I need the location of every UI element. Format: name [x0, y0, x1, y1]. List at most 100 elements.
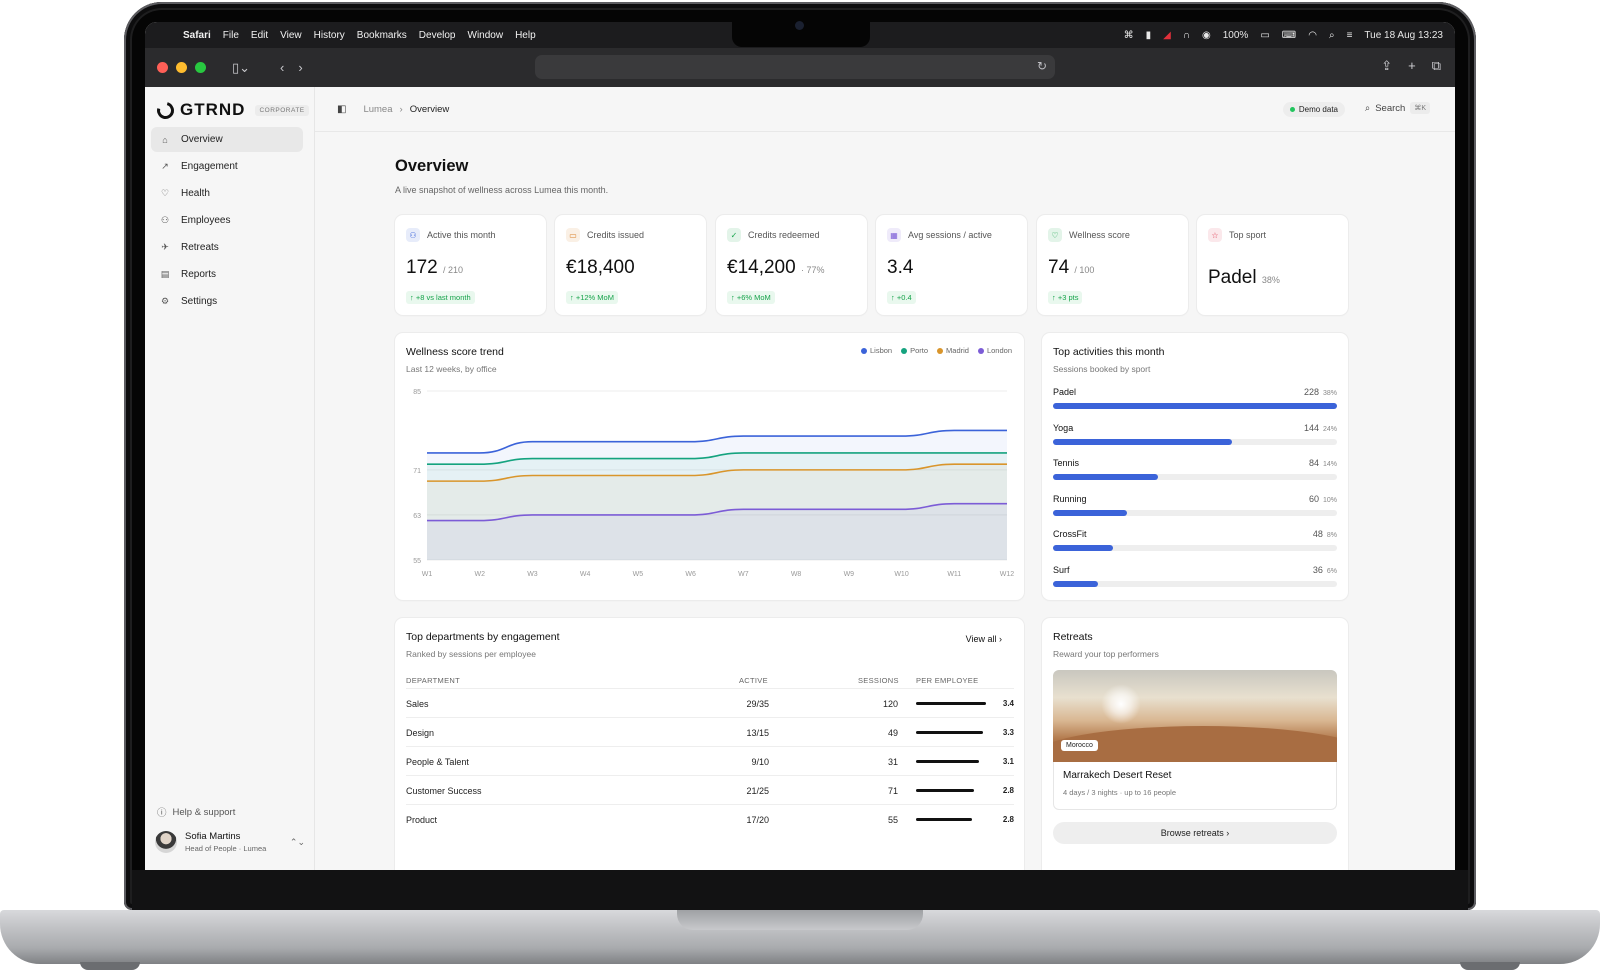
sidebar-item-label: Settings [181, 296, 218, 307]
breadcrumb-item[interactable]: Lumea [363, 104, 392, 115]
status-icon[interactable]: ◢ [1163, 30, 1171, 41]
column-header-department: DEPARTMENT [406, 676, 460, 685]
sidebar-toggle-icon[interactable]: ▯⌄ [232, 60, 250, 76]
keyboard-icon[interactable]: ⌨ [1282, 30, 1296, 41]
reload-icon[interactable]: ↻ [1037, 59, 1047, 73]
forward-icon[interactable]: › [298, 60, 302, 75]
kpi-change-badge: ↑ +8 vs last month [406, 291, 475, 304]
status-icon[interactable]: ⌘ [1124, 30, 1134, 41]
sidebar-item-settings[interactable]: ⚙ Settings [151, 289, 303, 314]
search-button[interactable]: ⌕ Search ⌘K [1365, 102, 1430, 114]
menubar-clock[interactable]: Tue 18 Aug 13:23 [1364, 30, 1443, 41]
zoom-window-button[interactable] [195, 62, 206, 73]
menu-view[interactable]: View [280, 30, 302, 41]
kpi-change-badge: ↑ +3 pts [1048, 291, 1083, 304]
kpi-value-row: €18,400 [566, 257, 635, 279]
retreat-name: Marrakech Desert Reset [1063, 770, 1172, 781]
department-active: 29/35 [746, 699, 769, 709]
view-all-link[interactable]: View all › [966, 634, 1002, 644]
control-center-icon[interactable]: ≡ [1347, 30, 1353, 41]
sidebar-item-label: Reports [181, 269, 217, 280]
kpi-label: Top sport [1229, 230, 1267, 240]
sidebar-item-health[interactable]: ♡ Health [151, 181, 303, 206]
kpi-label: Avg sessions / active [908, 230, 992, 240]
wifi-icon[interactable]: ◠ [1308, 30, 1317, 41]
sidebar-item-retreats[interactable]: ✈ Retreats [151, 235, 303, 260]
retreats-card: Retreats Reward your top performers Moro… [1042, 618, 1348, 870]
app-window: GTRND CORPORATE ⌂ Overview ↗ Engagement … [145, 87, 1455, 870]
activity-name: Yoga [1053, 422, 1074, 433]
kpi-value: Padel [1208, 267, 1257, 288]
table-row[interactable]: Sales 29/35 120 3.4 [406, 688, 1014, 717]
brand[interactable]: GTRND CORPORATE [153, 98, 309, 122]
x-tick-label: W7 [738, 571, 749, 578]
retreat-info[interactable]: Marrakech Desert Reset 4 days / 3 nights… [1053, 762, 1337, 810]
table-row[interactable]: Customer Success 21/25 71 2.8 [406, 775, 1014, 804]
menu-edit[interactable]: Edit [251, 30, 268, 41]
wellness-trend-chart: 55 63 71 85 W1 W2 W3 W4 W5 W6 W7 W8 W9 W10 W11 W12 [413, 389, 1014, 578]
kpi-sub-value: / 210 [442, 265, 464, 275]
star-icon: ☆ [1208, 228, 1222, 242]
sidebar-item-engagement[interactable]: ↗ Engagement [151, 154, 303, 179]
close-window-button[interactable] [157, 62, 168, 73]
share-icon[interactable]: ⇪ [1381, 58, 1392, 74]
activity-count-wrap: 84 14% [1309, 458, 1337, 468]
activity-count: 48 [1312, 529, 1323, 540]
activity-count: 144 [1303, 422, 1319, 433]
kpi-label: Wellness score [1069, 230, 1130, 240]
airpods-icon[interactable]: ∩ [1183, 30, 1190, 41]
menu-history[interactable]: History [314, 30, 345, 41]
menu-bookmarks[interactable]: Bookmarks [357, 30, 407, 41]
x-tick-label: W3 [527, 571, 538, 578]
view-all-label: View all [965, 634, 997, 644]
menu-app-name[interactable]: Safari [183, 30, 211, 41]
new-tab-icon[interactable]: + [1408, 58, 1416, 74]
minimize-window-button[interactable] [176, 62, 187, 73]
kpi-header: ▭ Credits issued [566, 228, 644, 242]
department-active: 13/15 [746, 728, 769, 738]
battery-icon[interactable]: ▭ [1260, 30, 1269, 41]
browse-retreats-label: Browse retreats [1160, 828, 1224, 838]
card-subtitle: Reward your top performers [1053, 649, 1159, 659]
x-tick-label: W6 [685, 571, 696, 578]
menu-develop[interactable]: Develop [419, 30, 456, 41]
back-icon[interactable]: ‹ [280, 60, 284, 75]
sidebar-item-label: Retreats [181, 242, 219, 253]
browse-retreats-button[interactable]: Browse retreats › [1053, 822, 1337, 844]
card-subtitle: Ranked by sessions per employee [406, 649, 536, 659]
user-info: Sofia Martins Head of People · Lumea [185, 831, 266, 853]
help-support-link[interactable]: ⓘ Help & support [157, 805, 235, 820]
activity-percent: 10% [1322, 496, 1337, 504]
kpi-header: ♡ Wellness score [1048, 228, 1130, 242]
user-menu[interactable]: Sofia Martins Head of People · Lumea ⌃⌄ [155, 831, 305, 853]
document-icon: ▤ [160, 269, 170, 279]
table-row[interactable]: Design 13/15 49 3.3 [406, 717, 1014, 746]
y-tick-label: 71 [413, 468, 421, 475]
address-bar[interactable]: ↻ [535, 55, 1055, 79]
per-employee-bar [916, 760, 979, 763]
menu-file[interactable]: File [223, 30, 239, 41]
table-row[interactable]: Product 17/20 55 2.8 [406, 804, 1014, 833]
panel-toggle-icon[interactable]: ◧ [337, 104, 346, 115]
laptop-chin [132, 870, 1468, 910]
activity-percent: 6% [1326, 568, 1337, 575]
activity-bar-fill [1053, 474, 1159, 481]
tab-overview-icon[interactable]: ⧉ [1432, 58, 1441, 74]
sidebar-item-overview[interactable]: ⌂ Overview [151, 127, 303, 152]
activity-percent: 8% [1326, 532, 1337, 540]
retreat-image[interactable]: Morocco [1053, 670, 1337, 762]
sidebar-item-employees[interactable]: ⚇ Employees [151, 208, 303, 233]
activity-name: Surf [1053, 565, 1070, 575]
safari-toolbar: ▯⌄ ‹ › ↻ ⇪ + ⧉ [145, 48, 1455, 87]
menu-help[interactable]: Help [515, 30, 536, 41]
table-row[interactable]: People & Talent 9/10 31 3.1 [406, 746, 1014, 775]
heart-pulse-icon: ♡ [1048, 228, 1062, 242]
menu-window[interactable]: Window [468, 30, 504, 41]
sidebar-item-reports[interactable]: ▤ Reports [151, 262, 303, 287]
status-icon[interactable]: ▮ [1146, 30, 1152, 41]
spotlight-icon[interactable]: ⌕ [1329, 30, 1335, 41]
play-icon[interactable]: ◉ [1202, 30, 1211, 41]
activity-row: Tennis 84 14% [1053, 458, 1337, 484]
status-dot-icon [1289, 107, 1295, 112]
activity-bar-fill [1053, 509, 1127, 516]
